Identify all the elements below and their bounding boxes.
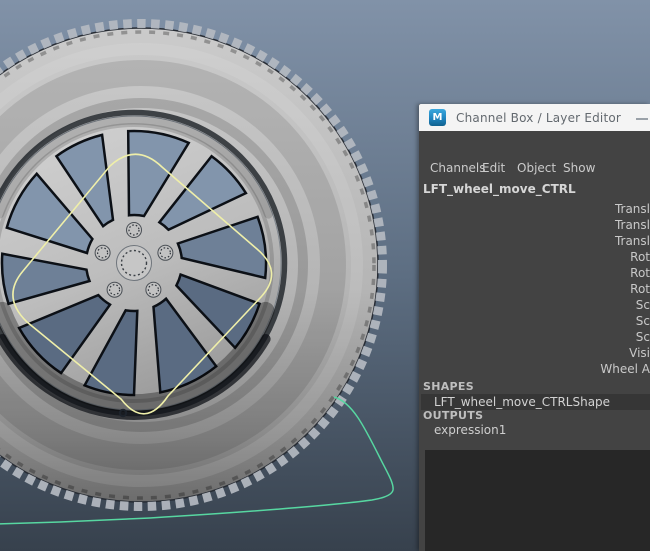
channel-attribute-translate-z[interactable]: Transl <box>419 233 650 249</box>
panel-menu-dash-icon[interactable] <box>636 118 648 120</box>
channel-attribute-wheel-custom[interactable]: Wheel A <box>419 361 650 377</box>
layer-editor-empty-area[interactable] <box>425 450 650 551</box>
channel-attribute-visibility[interactable]: Visi <box>419 345 650 361</box>
shapes-section-header: SHAPES <box>423 380 474 393</box>
maya-screenshot: { "colors": { "bg_top": "#8192a8", "bg_m… <box>0 0 650 551</box>
menu-channels[interactable]: Channels <box>430 161 486 175</box>
panel-title: Channel Box / Layer Editor <box>456 110 622 125</box>
channel-box-panel: M Channel Box / Layer Editor Channels Ed… <box>419 104 650 551</box>
outputs-section-header: OUTPUTS <box>423 409 484 422</box>
maya-icon-letter: M <box>432 111 443 123</box>
channel-attribute-scale-y[interactable]: Sc <box>419 313 650 329</box>
channel-attribute-rotate-x[interactable]: Rot <box>419 249 650 265</box>
channel-attribute-scale-z[interactable]: Sc <box>419 329 650 345</box>
selected-node-name: LFT_wheel_move_CTRL <box>423 182 576 196</box>
panel-menubar: Channels Edit Object Show <box>419 161 650 177</box>
menu-edit[interactable]: Edit <box>482 161 505 175</box>
channel-attribute-rotate-y[interactable]: Rot <box>419 265 650 281</box>
shape-node-row[interactable]: LFT_wheel_move_CTRLShape <box>421 394 650 410</box>
channel-attribute-translate-y[interactable]: Transl <box>419 217 650 233</box>
channel-attribute-translate-x[interactable]: Transl <box>419 201 650 217</box>
maya-app-icon: M <box>429 109 446 126</box>
output-node-row[interactable]: expression1 <box>434 423 506 437</box>
menu-show[interactable]: Show <box>563 161 595 175</box>
channel-attribute-list: Transl Transl Transl Rot Rot Rot Sc Sc S… <box>419 201 650 377</box>
channel-attribute-rotate-z[interactable]: Rot <box>419 281 650 297</box>
menu-object[interactable]: Object <box>517 161 556 175</box>
panel-titlebar[interactable]: M Channel Box / Layer Editor <box>419 104 650 131</box>
channel-attribute-scale-x[interactable]: Sc <box>419 297 650 313</box>
